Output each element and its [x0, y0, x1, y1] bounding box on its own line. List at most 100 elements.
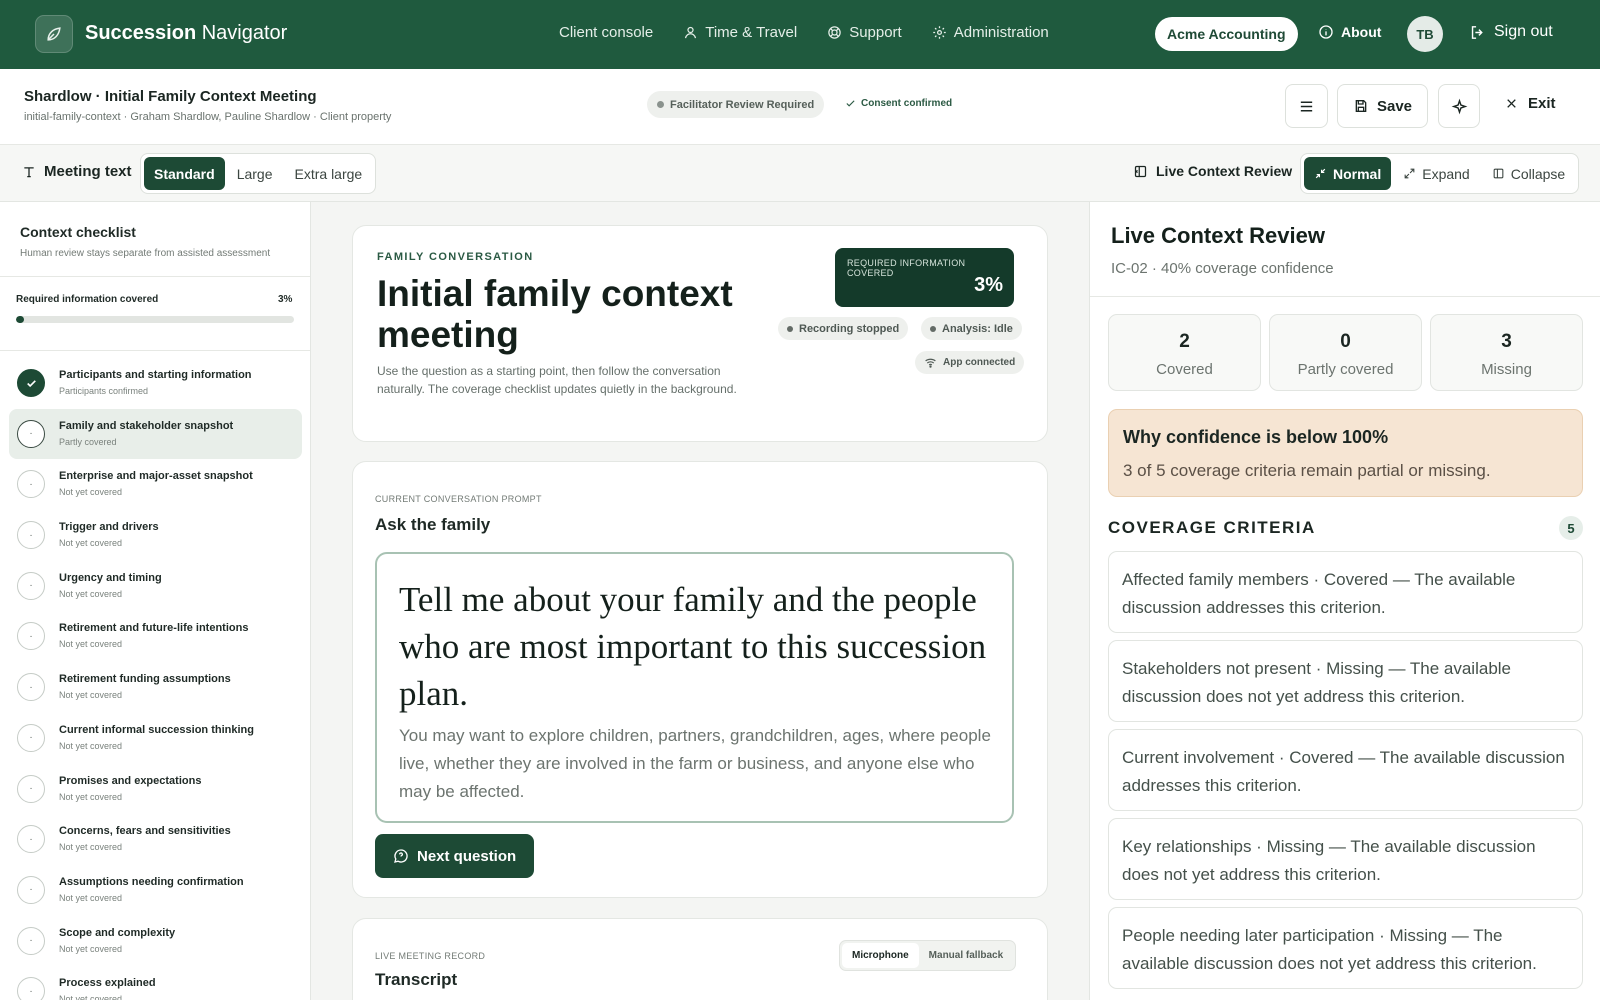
confidence-warning: Why confidence is below 100% 3 of 5 cove… [1108, 409, 1583, 497]
view-normal[interactable]: Normal [1304, 157, 1392, 190]
stat-covered: 2 Covered [1108, 314, 1261, 391]
sign-out-button[interactable]: Sign out [1469, 23, 1553, 41]
checklist-item-status: Partly covered [59, 436, 117, 447]
sparkle-icon [1451, 98, 1467, 114]
app-brand[interactable]: Succession Navigator [85, 22, 287, 45]
checklist-item[interactable]: · Urgency and timing Not yet covered [9, 561, 302, 612]
text-size-toggle: Standard Large Extra large [140, 153, 377, 194]
organization-switcher[interactable]: Acme Accounting [1155, 17, 1298, 51]
checklist-item-label: Current informal succession thinking [59, 723, 254, 736]
info-icon [1319, 25, 1333, 39]
card-eyebrow: FAMILY CONVERSATION [377, 251, 534, 263]
checklist-item[interactable]: · Retirement and future-life intentions No… [9, 611, 302, 662]
checklist-item[interactable]: · Assumptions needing confirmation Not yet… [9, 865, 302, 916]
divider [0, 350, 310, 351]
user-avatar[interactable]: TB [1407, 16, 1443, 52]
page-title: Initial family context meeting [377, 273, 733, 355]
view-expand[interactable]: Expand [1393, 157, 1479, 190]
checklist-item[interactable]: · Promises and expectations Not yet covere… [9, 764, 302, 815]
view-collapse[interactable]: Collapse [1482, 157, 1575, 190]
meeting-title: Shardlow · Initial Family Context Meetin… [24, 88, 317, 105]
prompt-eyebrow: CURRENT CONVERSATION PROMPT [375, 494, 542, 504]
hamburger-menu-icon [1300, 101, 1313, 111]
checklist-item[interactable]: · Process explained Not yet covered [9, 966, 302, 1000]
checklist-item-status: Not yet covered [59, 994, 123, 1000]
checklist-item[interactable]: · Trigger and drivers Not yet covered [9, 510, 302, 561]
status-circle-icon: · [17, 926, 45, 955]
checklist-item[interactable]: · Enterprise and major-asset snapshot Not … [9, 459, 302, 510]
checklist-item-label: Scope and complexity [59, 926, 176, 939]
criteria-count-badge: 5 [1559, 516, 1583, 540]
meeting-subtitle: initial-family-context · Graham Shardlow… [24, 111, 392, 123]
input-mode-toggle: Microphone Manual fallback [839, 940, 1017, 971]
stat-number: 2 [1179, 331, 1190, 352]
conversation-prompt-card: CURRENT CONVERSATION PROMPT Ask the fami… [352, 461, 1048, 898]
status-circle-icon: · [17, 419, 45, 448]
mode-microphone[interactable]: Microphone [842, 943, 919, 968]
nav-administration[interactable]: Administration [932, 24, 1049, 41]
about-link[interactable]: About [1318, 24, 1381, 40]
review-title: Live Context Review [1111, 223, 1325, 248]
meeting-overview-card: FAMILY CONVERSATION Initial family conte… [352, 225, 1048, 442]
check-circle-icon [17, 369, 45, 397]
menu-button[interactable] [1285, 84, 1328, 128]
status-circle-icon: · [17, 622, 45, 651]
checklist-item-status: Not yet covered [59, 791, 123, 802]
expand-icon [1404, 168, 1415, 179]
prompt-question: Tell me about your family and the people… [399, 580, 987, 713]
prompt-question-box: Tell me about your family and the people… [375, 552, 1014, 823]
main-nav: Client console Time & Travel Support Adm… [559, 24, 1049, 41]
assist-button[interactable] [1438, 84, 1480, 128]
user-icon [685, 26, 697, 39]
criterion-card: People needing later participation · Mis… [1108, 907, 1583, 989]
transcript-eyebrow: LIVE MEETING RECORD [375, 951, 486, 961]
checklist-item-label: Participants and starting information [59, 369, 252, 381]
prompt-heading: Ask the family [375, 515, 491, 534]
panel-view-toggle: Normal Expand Collapse [1300, 153, 1580, 194]
status-circle-icon: · [17, 571, 45, 600]
checklist-item-status: Not yet covered [59, 943, 123, 954]
text-size-standard[interactable]: Standard [144, 157, 225, 190]
checklist-item-status: Not yet covered [59, 639, 123, 650]
meeting-toolbar: Meeting text Standard Large Extra large … [0, 145, 1600, 202]
status-circle-icon: · [17, 977, 45, 1000]
checklist-item-label: Assumptions needing confirmation [59, 875, 244, 888]
criterion-card: Stakeholders not present · Missing — The… [1108, 640, 1583, 722]
exit-button[interactable]: Exit [1505, 95, 1556, 112]
next-question-button[interactable]: Next question [375, 834, 535, 878]
required-info-value: 3% [974, 274, 1003, 296]
app-connection-chip: App connected [915, 351, 1025, 374]
checklist-item[interactable]: · Scope and complexity Not yet covered [9, 916, 302, 967]
stat-label: Covered [1156, 361, 1213, 378]
close-icon [1507, 99, 1516, 108]
consent-status: Consent confirmed [845, 98, 952, 109]
nav-client-console[interactable]: Client console [559, 24, 653, 41]
criteria-heading: COVERAGE CRITERIA [1108, 518, 1316, 537]
nav-time-travel[interactable]: Time & Travel [683, 24, 797, 41]
checklist-item[interactable]: Participants and starting information Par… [9, 358, 302, 409]
leaf-logo-icon[interactable] [35, 15, 73, 53]
chat-bubble-icon [394, 849, 408, 863]
status-circle-icon: · [17, 825, 45, 854]
checklist-item[interactable]: · Family and stakeholder snapshot Partly c… [9, 408, 302, 460]
mode-manual-fallback[interactable]: Manual fallback [919, 943, 1013, 968]
checklist-item-status: Not yet covered [59, 588, 123, 599]
status-circle-icon: · [17, 521, 45, 550]
nav-support[interactable]: Support [827, 24, 902, 41]
stat-number: 3 [1501, 331, 1512, 352]
stat-label: Missing [1481, 361, 1532, 378]
check-icon [846, 100, 855, 107]
checklist-item[interactable]: · Current informal succession thinking Not… [9, 713, 302, 764]
checklist-item[interactable]: · Retirement funding assumptions Not yet c… [9, 662, 302, 713]
text-size-extra-large[interactable]: Extra large [285, 157, 373, 190]
text-size-large[interactable]: Large [227, 157, 283, 190]
review-subtitle: IC-02 · 40% coverage confidence [1111, 260, 1334, 277]
live-context-review-label: Live Context Review [1133, 163, 1292, 179]
progress-value: 3% [278, 294, 293, 305]
status-circle-icon: · [17, 774, 45, 803]
save-button[interactable]: Save [1337, 84, 1428, 128]
page-description: Use the question as a starting point, th… [377, 364, 737, 396]
checklist-item[interactable]: · Concerns, fears and sensitivities Not ye… [9, 814, 302, 865]
save-icon [1355, 100, 1367, 112]
checklist-item-label: Concerns, fears and sensitivities [59, 825, 231, 838]
